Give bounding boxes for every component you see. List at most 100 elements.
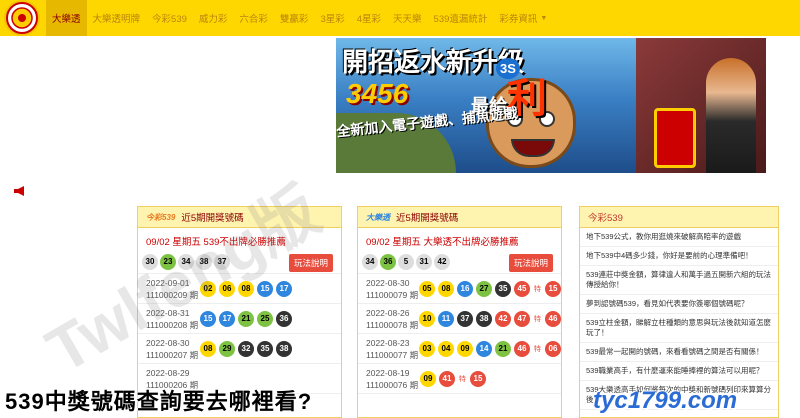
panel-lotto-title: 近5期開獎號碼	[396, 213, 459, 224]
nav-item[interactable]: 天天樂	[387, 0, 428, 36]
special-marker: 特	[459, 375, 466, 383]
draw-row[interactable]: 2022-08-31 111000208 期 15 17 21 25 36	[138, 304, 341, 334]
draw-row[interactable]: 2022-08-23 111000077 期 03 04 09 14 21 46 特 06	[358, 334, 561, 364]
number-ball: 15	[470, 370, 486, 387]
draw-meta: 2022-09-01 111000209 期	[138, 277, 200, 301]
number-ball: 21	[238, 310, 254, 327]
nav-item[interactable]: 雙贏彩	[274, 0, 315, 36]
draw-id: 111000077 期	[366, 349, 419, 360]
number-ball: 46	[545, 310, 561, 327]
number-ball: 15	[545, 280, 561, 297]
nav-item-label: 六合彩	[239, 14, 268, 25]
logo-emblem-icon	[6, 2, 38, 34]
draw-row[interactable]: 2022-09-01 111000209 期 02 06 08 15 17	[138, 274, 341, 304]
nav-item[interactable]: 彩券資訊 ▼	[493, 0, 553, 36]
nav-item-label: 雙贏彩	[279, 14, 309, 25]
draw-row[interactable]: 2022-08-30 111000207 期 08 29 32 35 38	[138, 334, 341, 364]
number-ball: 05	[419, 280, 435, 297]
draw-meta: 2022-08-30 111000207 期	[138, 337, 200, 361]
rule-button-lotto[interactable]: 玩法說明	[508, 254, 553, 272]
draw-id: 111000079 期	[366, 289, 419, 300]
nav-item[interactable]: 六合彩	[233, 0, 274, 36]
draw-balls: 09 41 特 15	[420, 370, 486, 387]
draw-row[interactable]: 2022-08-19 111000076 期 09 41 特 15	[358, 364, 561, 394]
number-ball: 27	[476, 280, 492, 297]
panel-lotto-header: 大樂透 近5期開獎號碼	[358, 207, 561, 228]
rule-button-539[interactable]: 玩法說明	[288, 254, 333, 272]
draw-row[interactable]: 2022-08-26 111000078 期 10 11 37 38 42 47 特 46	[358, 304, 561, 334]
number-ball: 36	[276, 310, 292, 327]
number-ball: 34	[362, 253, 378, 270]
nav-item[interactable]: 大樂透	[46, 0, 87, 36]
draw-date: 2022-08-26	[366, 307, 410, 318]
number-ball: 38	[196, 253, 212, 270]
nav-item[interactable]: 3星彩	[314, 0, 350, 36]
number-ball: 21	[495, 340, 511, 357]
nav-item-label: 天天樂	[393, 14, 422, 25]
number-ball: 10	[419, 310, 435, 327]
number-ball: 32	[238, 340, 254, 357]
draw-meta: 2022-08-31 111000208 期	[138, 307, 200, 331]
draw-date: 2022-08-23	[366, 337, 410, 348]
promo-banner[interactable]: 開招返水新升級 3456 最給利 全新加入電子遊戲、捕魚遊戲 3S	[336, 38, 766, 173]
draw-id: 111000078 期	[366, 319, 419, 330]
draw-id: 111000208 期	[146, 319, 199, 330]
539-logo: 今彩539	[146, 212, 176, 222]
number-ball: 47	[514, 310, 530, 327]
site-url: tyc1799.com	[593, 387, 738, 414]
nav-item[interactable]: 威力彩	[193, 0, 234, 36]
nav-item-label: 539遺漏統計	[433, 14, 488, 25]
site-logo[interactable]	[4, 0, 40, 36]
character-mouth-icon	[511, 139, 555, 157]
draw-balls: 05 08 16 27 35 45 特 15	[419, 280, 561, 297]
news-item[interactable]: 539最常一起開的號碼，來看看號碼之間是否有關係！	[580, 343, 778, 362]
news-item[interactable]: 539職業高手，有什麼運來能睡捧裡的算法可以用呢？	[580, 362, 778, 381]
special-marker: 特	[534, 345, 541, 353]
panel-539-notice[interactable]: 09/02 星期五 539不出牌必勝推薦	[138, 232, 341, 250]
number-ball: 15	[200, 310, 216, 327]
nav-item-label: 威力彩	[198, 14, 228, 25]
nav-item[interactable]: 今彩539	[146, 0, 193, 36]
number-ball: 14	[476, 340, 492, 357]
nav-item[interactable]: 4星彩	[351, 0, 387, 36]
number-ball: 06	[545, 340, 561, 357]
number-ball: 15	[257, 280, 273, 297]
draw-balls: 03 04 09 14 21 46 特 06	[419, 340, 561, 357]
nav-item[interactable]: 539遺漏統計	[428, 0, 494, 36]
chevron-down-icon: ▼	[540, 14, 548, 22]
number-ball: 31	[416, 253, 432, 270]
number-ball: 38	[276, 340, 292, 357]
draw-list-lotto: 2022-08-30 111000079 期 05 08 16 27 35 45 特 15 2022…	[358, 274, 561, 394]
number-ball: 42	[434, 253, 450, 270]
nav-item-label: 彩券資訊	[499, 14, 538, 25]
number-ball: 42	[495, 310, 511, 327]
number-ball: 02	[200, 280, 216, 297]
news-title: 今彩539	[588, 213, 623, 224]
nav-item-label: 今彩539	[152, 14, 187, 25]
news-item[interactable]: 539立柱金額，睇解立柱種類的意思與玩法後就知道怎麼玩了！	[580, 314, 778, 343]
news-list: 地下539公式，教你用逛燒來破解高賠率的遊戲 地下539中4碼多少錢，你好是要前的…	[580, 228, 778, 410]
panel-lotto-notice[interactable]: 09/02 星期五 大樂透不出牌必勝推薦	[358, 232, 561, 250]
number-ball: 09	[457, 340, 473, 357]
number-ball: 17	[219, 310, 235, 327]
news-item[interactable]: 地下539公式，教你用逛燒來破解高賠率的遊戲	[580, 228, 778, 247]
number-ball: 25	[257, 310, 273, 327]
draw-date: 2022-08-19	[366, 367, 410, 378]
number-ball: 23	[160, 253, 176, 270]
draw-meta: 2022-08-30 111000079 期	[358, 277, 419, 301]
news-item[interactable]: 地下539中4碼多少錢，你好是要前的心理準備吧！	[580, 247, 778, 266]
draw-id: 111000076 期	[366, 379, 419, 390]
news-item[interactable]: 夢到認號碼539，看見如代表要你簽哪個號碼呢？	[580, 295, 778, 314]
draw-id: 111000207 期	[146, 349, 199, 360]
draw-date: 2022-08-30	[146, 337, 190, 348]
number-ball: 45	[514, 280, 530, 297]
number-ball: 35	[257, 340, 273, 357]
draw-balls: 10 11 37 38 42 47 特 46	[419, 310, 561, 327]
panel-539-header: 今彩539 近5期開獎號碼	[138, 207, 341, 228]
number-ball: 34	[178, 253, 194, 270]
draw-balls: 08 29 32 35 38	[200, 340, 292, 357]
nav-item[interactable]: 大樂透明牌	[87, 0, 147, 36]
draw-row[interactable]: 2022-08-30 111000079 期 05 08 16 27 35 45 特 15	[358, 274, 561, 304]
news-item[interactable]: 539連莊中獎金額，算律違人和萬手過五開新六組的玩法傳授給你！	[580, 266, 778, 295]
draw-meta: 2022-08-23 111000077 期	[358, 337, 419, 361]
